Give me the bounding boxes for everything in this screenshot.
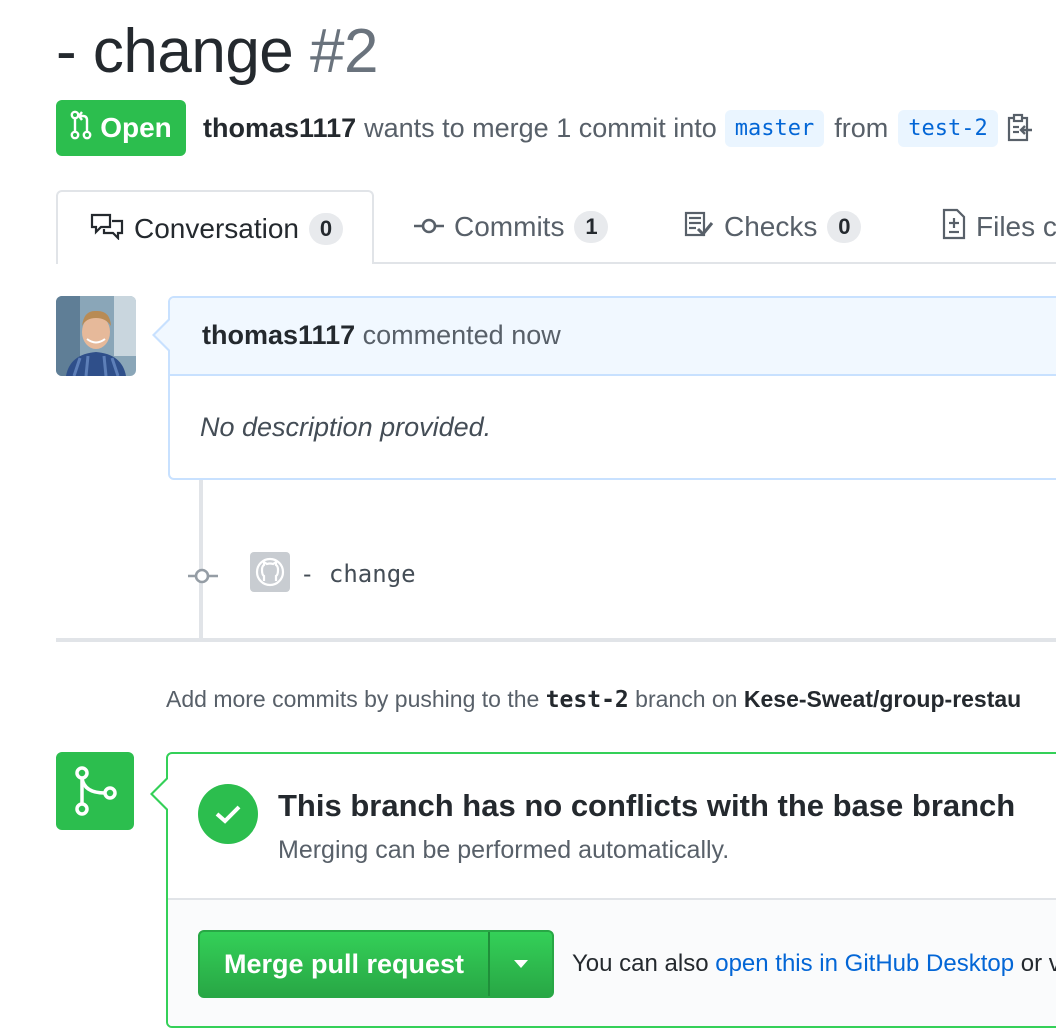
also-suffix: or v [1020,950,1056,977]
git-commit-icon [414,211,444,243]
pr-number: #2 [310,17,378,86]
tab-commits-count: 1 [574,211,609,243]
tab-checks[interactable]: Checks 0 [684,190,862,264]
check-circle-icon [198,784,258,844]
pr-meta: thomas1117 wants to merge 1 commit into … [203,106,1034,150]
tab-checks-count: 0 [827,211,862,243]
head-branch[interactable]: test-2 [898,109,998,147]
git-pull-request-icon [70,110,92,147]
base-branch[interactable]: master [724,109,825,147]
tab-conversation-label: Conversation [134,213,299,244]
tab-files-label: Files cl [976,211,1056,242]
git-commit-icon [188,566,218,591]
clipboard-icon[interactable] [1006,113,1034,143]
tab-conversation-count: 0 [308,213,343,245]
comment-caret-inner [155,320,170,350]
merge-caret-inner [153,778,169,810]
git-merge-icon [56,752,134,830]
tab-conversation[interactable]: Conversation 0 [56,190,374,264]
comment-action: commented now [362,320,561,350]
comment-body: No description provided. [200,412,492,442]
merge-method-dropdown[interactable] [490,932,552,996]
comment-box: thomas1117 commented now No description … [168,296,1056,480]
push-note-branch: test-2 [545,687,629,713]
alternative-actions: You can also open this in GitHub Desktop… [572,950,1056,978]
triangle-down-icon [514,960,528,968]
tab-files-changed[interactable]: Files cl [942,190,1056,264]
push-note: Add more commits by pushing to the test-… [166,686,1021,713]
comment-author[interactable]: thomas1117 [202,320,355,350]
merge-text: wants to merge 1 commit into [364,112,717,143]
also-prefix: You can also [572,950,709,977]
avatar[interactable] [56,296,136,376]
file-diff-icon [942,208,966,247]
comment-header: thomas1117 commented now [170,298,1056,376]
commit-author-avatar[interactable] [250,552,290,592]
commit-message[interactable]: - change [300,560,416,588]
open-in-desktop-link[interactable]: open this in GitHub Desktop [715,950,1014,977]
state-label: Open [100,112,172,143]
push-note-prefix: Add more commits by pushing to the [166,686,540,712]
timeline-line [199,480,203,640]
merge-status-title: This branch has no conflicts with the ba… [278,788,1016,823]
comment-discussion-icon [90,212,124,247]
push-note-repo[interactable]: Kese-Sweat/group-restau [744,686,1021,712]
timeline-divider [56,638,1056,642]
tab-commits[interactable]: Commits 1 [414,190,609,264]
merge-footer: Merge pull request You can also open thi… [168,898,1056,1026]
merge-pull-request-button[interactable]: Merge pull request [200,932,490,996]
github-octocat-icon [255,557,285,587]
from-text: from [834,112,889,143]
push-note-middle: branch on [635,686,738,712]
checklist-icon [684,211,714,244]
state-badge: Open [56,100,186,156]
merge-box: This branch has no conflicts with the ba… [166,752,1056,1028]
pr-title: - change #2 [56,14,378,90]
tab-checks-label: Checks [724,211,818,242]
merge-button-group: Merge pull request [198,930,554,998]
tab-commits-label: Commits [454,211,565,242]
merge-status-subtitle: Merging can be performed automatically. [278,836,730,864]
pr-title-text: - change [56,17,294,86]
pr-author-link[interactable]: thomas1117 [203,113,356,144]
